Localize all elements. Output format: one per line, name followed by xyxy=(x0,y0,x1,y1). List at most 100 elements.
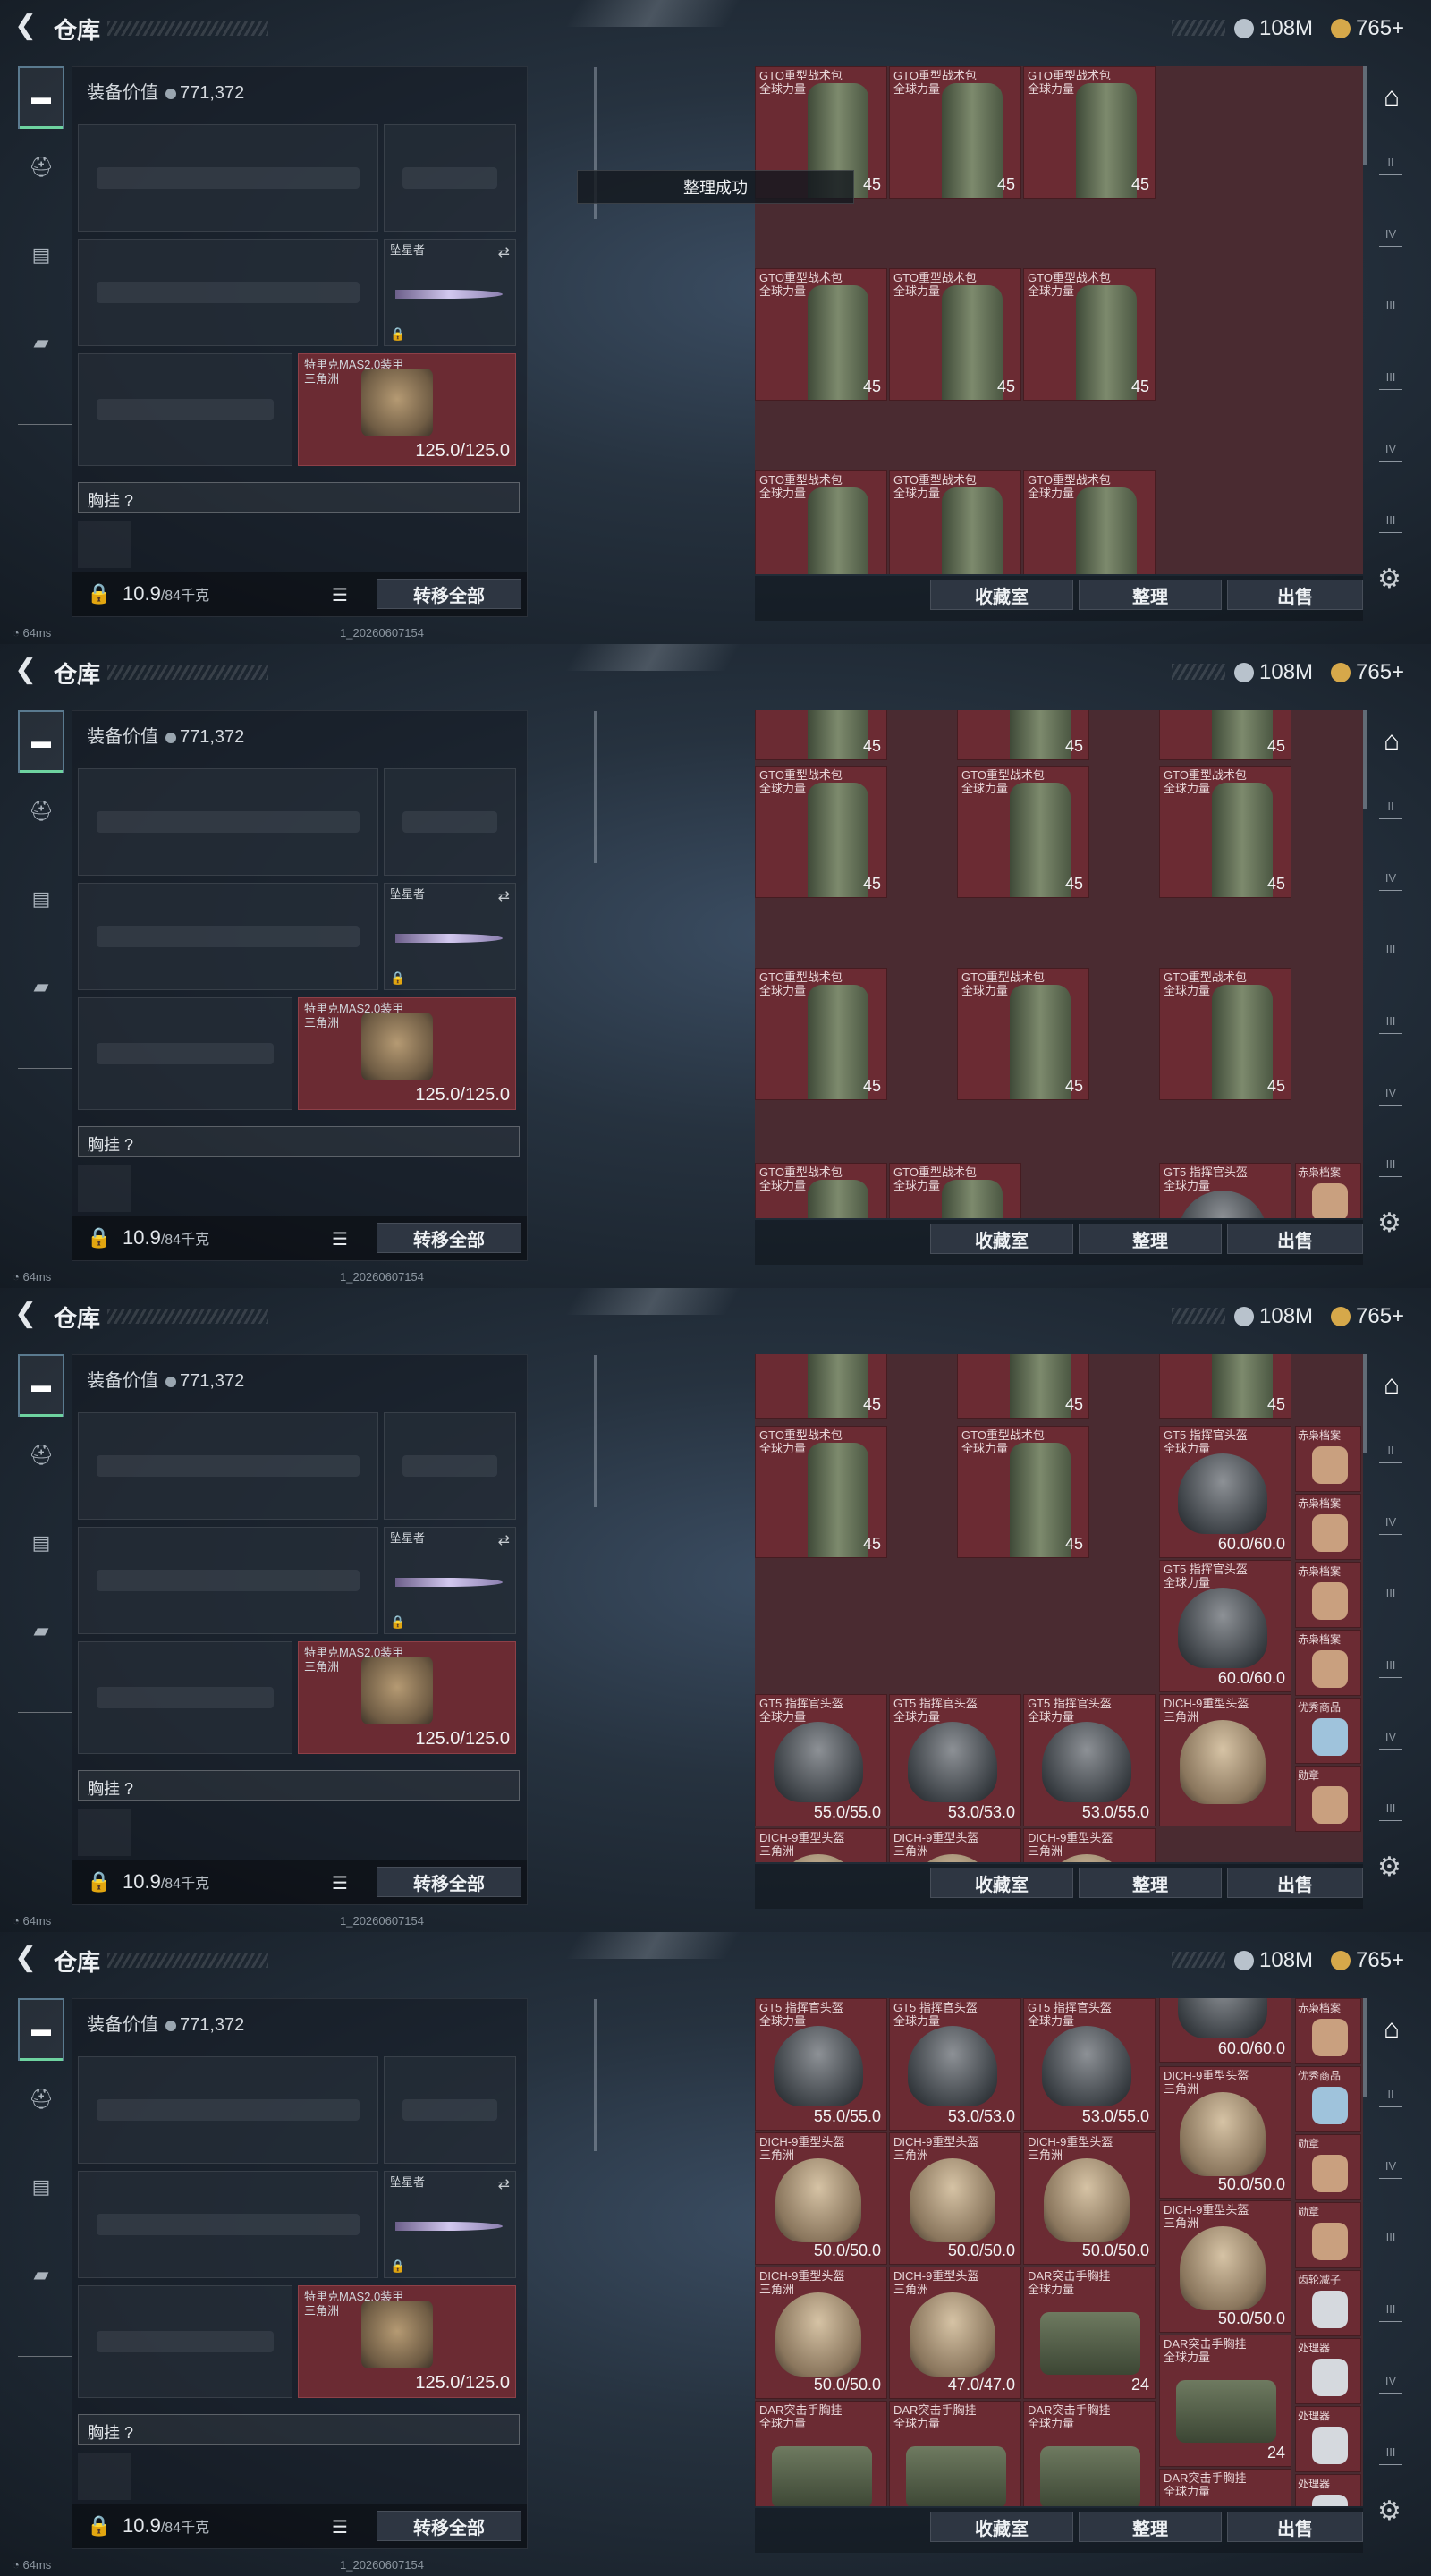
stash-item[interactable]: GTO重型战术包 全球力量45 xyxy=(755,766,887,898)
tab-armor[interactable]: ⛑ xyxy=(18,136,64,199)
stash-item[interactable]: DICH-9重型头盔 三角洲 xyxy=(755,1828,887,1862)
storage-tab[interactable]: II xyxy=(1379,1444,1402,1463)
tab-case[interactable]: ▰ xyxy=(18,955,64,1018)
stash-item[interactable]: GT5 指挥官头盔 全球力量60.0/60.0 xyxy=(1159,1560,1291,1692)
stash-item[interactable]: GTO重型战术包 全球力量 xyxy=(755,1163,887,1218)
stash-item[interactable]: GTO重型战术包 全球力量45 xyxy=(1023,66,1156,199)
sort-button[interactable]: 整理 xyxy=(1079,580,1222,610)
storage-tab[interactable]: III xyxy=(1379,2445,1402,2465)
primary-weapon-slot[interactable] xyxy=(78,768,378,876)
secondary-weapon-slot[interactable] xyxy=(78,883,378,990)
chest-rig-slot[interactable]: 胸挂 ? xyxy=(78,1770,520,1801)
transfer-all-button[interactable]: 转移全部 xyxy=(377,1867,521,1897)
tab-supplies[interactable]: ▤ xyxy=(18,868,64,930)
stash-small-item[interactable]: 齿轮减子 xyxy=(1295,2270,1361,2336)
stash-item[interactable]: DAR突击手胸挂 全球力量 24 xyxy=(1159,2334,1291,2467)
sort-button[interactable]: 整理 xyxy=(1079,1224,1222,1254)
sell-button[interactable]: 出售 xyxy=(1227,580,1363,610)
tab-weapons[interactable]: ▬ xyxy=(18,710,64,773)
stash-item[interactable]: GT5 指挥官头盔 全球力量 53.0/53.0 xyxy=(889,1694,1021,1826)
stash-scrollbar[interactable] xyxy=(1363,66,1367,165)
storage-tab[interactable]: IV xyxy=(1379,2159,1402,2179)
stash-item[interactable]: GTO重型战术包 全球力量45 xyxy=(1159,766,1291,898)
list-icon[interactable]: ☰ xyxy=(332,1872,348,1894)
storage-tab[interactable]: III xyxy=(1379,1587,1402,1606)
stash-item[interactable]: DICH-9重型头盔 三角洲 50.0/50.0 xyxy=(1159,2200,1291,2333)
storage-tab[interactable]: IV xyxy=(1379,2374,1402,2394)
favorites-button[interactable]: 收藏室 xyxy=(930,1224,1073,1254)
list-icon[interactable]: ☰ xyxy=(332,2516,348,2538)
safe-icon[interactable]: ⌂ xyxy=(1374,2014,1410,2050)
stash-item[interactable]: DICH-9重型头盔 三角洲 47.0/47.0 xyxy=(889,2267,1021,2399)
tab-supplies[interactable]: ▤ xyxy=(18,224,64,286)
helmet-slot[interactable] xyxy=(78,2285,292,2398)
currency-gold[interactable]: 765+ xyxy=(1331,657,1404,689)
stash-item[interactable]: DICH-9重型头盔 三角洲 50.0/50.0 xyxy=(755,2132,887,2265)
helmet-slot[interactable] xyxy=(78,353,292,466)
currency-gold[interactable]: 765+ xyxy=(1331,1945,1404,1977)
chest-rig-slot[interactable]: 胸挂 ? xyxy=(78,482,520,513)
tab-weapons[interactable]: ▬ xyxy=(18,1354,64,1417)
back-arrow-icon[interactable]: ❮ xyxy=(14,13,41,41)
tab-armor[interactable]: ⛑ xyxy=(18,1424,64,1487)
armor-slot[interactable]: 特里克MAS2.0装甲 三角洲 125.0/125.0 xyxy=(298,1641,516,1754)
stash-item[interactable]: GTO重型战术包 全球力量45 xyxy=(957,1426,1089,1558)
sort-button[interactable]: 整理 xyxy=(1079,2512,1222,2542)
stash-item[interactable]: DICH-9重型头盔 三角洲 xyxy=(1023,1828,1156,1862)
stash-item[interactable]: GT5 指挥官头盔 全球力量 53.0/53.0 xyxy=(889,1998,1021,2131)
helmet-slot[interactable] xyxy=(78,1641,292,1754)
tab-supplies[interactable]: ▤ xyxy=(18,1512,64,1574)
storage-tab[interactable]: IV xyxy=(1379,227,1402,247)
stash-item[interactable]: GTO重型战术包 全球力量 xyxy=(755,470,887,574)
stash-item[interactable]: GTO重型战术包 全球力量45 xyxy=(957,710,1089,760)
favorites-button[interactable]: 收藏室 xyxy=(930,2512,1073,2542)
tab-weapons[interactable]: ▬ xyxy=(18,1998,64,2061)
pistol-slot[interactable] xyxy=(384,1412,516,1520)
stash-small-item[interactable]: 优秀商品 xyxy=(1295,2066,1361,2132)
list-icon[interactable]: ☰ xyxy=(332,584,348,606)
stash-small-item[interactable]: 赤枭档案 xyxy=(1295,1494,1361,1560)
transfer-all-button[interactable]: 转移全部 xyxy=(377,1223,521,1253)
transfer-all-button[interactable]: 转移全部 xyxy=(377,579,521,609)
stash-item[interactable]: GTO重型战术包 全球力量45 xyxy=(1159,968,1291,1100)
armor-slot[interactable]: 特里克MAS2.0装甲 三角洲 125.0/125.0 xyxy=(298,997,516,1110)
storage-tab[interactable]: II xyxy=(1379,2088,1402,2107)
primary-weapon-slot[interactable] xyxy=(78,1412,378,1520)
stash-small-item[interactable]: 处理器 xyxy=(1295,2338,1361,2404)
currency-gold[interactable]: 765+ xyxy=(1331,13,1404,45)
pistol-slot[interactable] xyxy=(384,2056,516,2164)
settings-gear-icon[interactable]: ⚙ xyxy=(1377,564,1401,595)
chest-rig-slot[interactable]: 胸挂 ? xyxy=(78,2414,520,2445)
stash-small-item[interactable]: 处理器 xyxy=(1295,2474,1361,2506)
stash-small-item[interactable]: 勋章 xyxy=(1295,1766,1361,1832)
armor-slot[interactable]: 特里克MAS2.0装甲 三角洲 125.0/125.0 xyxy=(298,353,516,466)
chest-rig-slot[interactable]: 胸挂 ? xyxy=(78,1126,520,1157)
stash-item[interactable]: GTO重型战术包 全球力量45 xyxy=(755,710,887,760)
storage-tab[interactable]: IV xyxy=(1379,1730,1402,1750)
stash-item[interactable]: GT5 指挥官头盔 全球力量 53.0/55.0 xyxy=(1023,1998,1156,2131)
stash-item[interactable]: GT5 指挥官头盔 全球力量60.0/60.0 xyxy=(1159,1426,1291,1558)
storage-tab[interactable]: IV xyxy=(1379,1515,1402,1535)
storage-tab[interactable]: IV xyxy=(1379,871,1402,891)
back-arrow-icon[interactable]: ❮ xyxy=(14,657,41,685)
stash-item[interactable]: GT5 指挥官头盔 全球力量60.0/60.0 xyxy=(1159,1998,1291,2063)
sell-button[interactable]: 出售 xyxy=(1227,1224,1363,1254)
stash-item[interactable]: GTO重型战术包 全球力量45 xyxy=(957,1354,1089,1419)
tab-supplies[interactable]: ▤ xyxy=(18,2156,64,2218)
storage-tab[interactable]: III xyxy=(1379,299,1402,318)
secondary-weapon-slot[interactable] xyxy=(78,1527,378,1634)
storage-tab[interactable]: III xyxy=(1379,2302,1402,2322)
secondary-weapon-slot[interactable] xyxy=(78,2171,378,2278)
primary-weapon-slot[interactable] xyxy=(78,2056,378,2164)
stash-scrollbar[interactable] xyxy=(1363,1998,1367,2097)
primary-weapon-slot[interactable] xyxy=(78,124,378,232)
stash-item[interactable]: GTO重型战术包 全球力量45 xyxy=(957,968,1089,1100)
storage-tab[interactable]: II xyxy=(1379,156,1402,175)
melee-slot[interactable]: 坠星者 ⇄ 🔒 xyxy=(384,1527,516,1634)
melee-slot[interactable]: 坠星者 ⇄ 🔒 xyxy=(384,2171,516,2278)
stash-item[interactable]: GTO重型战术包 全球力量45 xyxy=(755,1354,887,1419)
storage-tab[interactable]: III xyxy=(1379,1658,1402,1678)
stash-item[interactable]: GTO重型战术包 全球力量45 xyxy=(1023,268,1156,401)
stash-item[interactable]: GT5 指挥官头盔 全球力量 55.0/55.0 xyxy=(755,1694,887,1826)
storage-tab[interactable]: III xyxy=(1379,1157,1402,1177)
